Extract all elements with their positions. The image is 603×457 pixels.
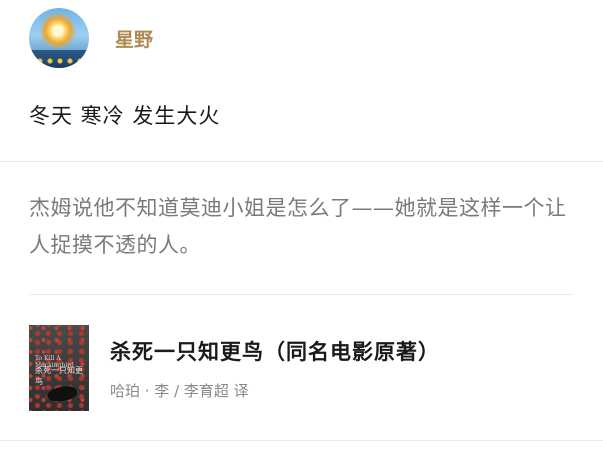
divider-bottom (0, 440, 603, 441)
divider (0, 161, 603, 162)
quote-divider (29, 294, 574, 295)
book-title[interactable]: 杀死一只知更鸟（同名电影原著） (110, 336, 440, 366)
avatar-flowers (35, 57, 83, 65)
post-header: 星野 (29, 8, 153, 68)
avatar[interactable] (29, 8, 89, 68)
book-card[interactable]: To Kill A Mockingbird 杀死一只知更鸟 杀死一只知更鸟（同名… (29, 325, 574, 411)
book-quote: 杰姆说他不知道莫迪小姐是怎么了——她就是这样一个让人捉摸不透的人。 (29, 196, 567, 257)
cover-title-cn: 杀死一只知更鸟 (35, 366, 83, 386)
post-text: 冬天 寒冷 发生大火 (29, 104, 221, 128)
book-cover-image[interactable]: To Kill A Mockingbird 杀死一只知更鸟 (29, 325, 89, 411)
book-info: 杀死一只知更鸟（同名电影原著） 哈珀 · 李 / 李育超 译 (110, 336, 440, 401)
book-author: 哈珀 · 李 / 李育超 译 (110, 381, 249, 400)
username[interactable]: 星野 (115, 25, 153, 52)
